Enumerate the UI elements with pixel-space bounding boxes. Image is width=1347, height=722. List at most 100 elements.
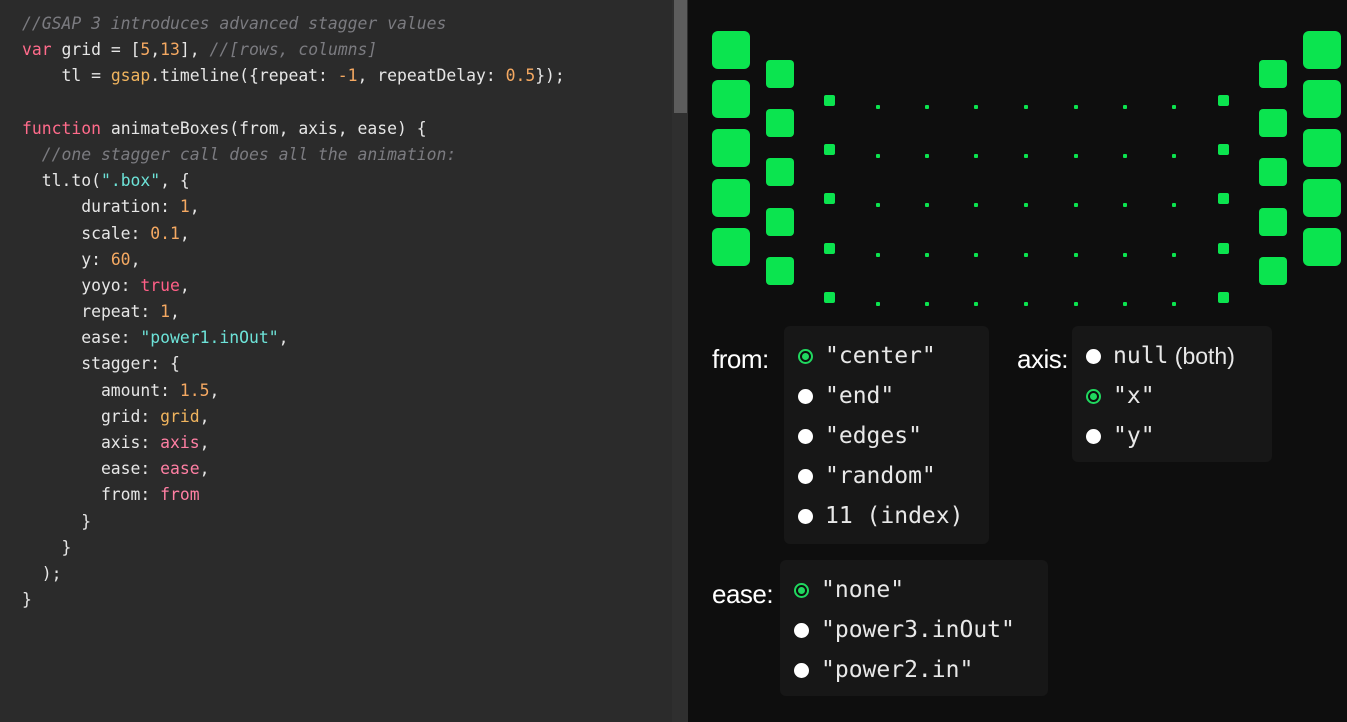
ease-option-label: "none" <box>821 577 905 603</box>
box <box>1024 302 1028 306</box>
radio-icon[interactable] <box>1086 428 1101 444</box>
code-token: ); <box>22 563 62 583</box>
box <box>876 253 880 257</box>
radio-icon[interactable] <box>794 622 809 638</box>
code-line: //GSAP 3 introduces advanced stagger val… <box>22 11 565 37</box>
from-option-label: "end" <box>825 383 895 409</box>
from-option-label: "edges" <box>825 423 922 449</box>
code-token: , repeatDelay: <box>357 66 506 86</box>
radio-selected-icon[interactable] <box>798 348 813 364</box>
code-token: , <box>179 275 190 295</box>
box <box>1217 242 1229 254</box>
code-token: stagger: { <box>22 354 180 374</box>
scrollbar-thumb[interactable] <box>674 0 687 113</box>
box <box>766 60 794 88</box>
axis-option[interactable]: "x" <box>1086 381 1155 411</box>
code-token: , <box>199 433 210 452</box>
ease-option-label: "power2.in" <box>821 657 974 683</box>
code-line: amount: 1.5, <box>22 378 565 404</box>
from-option[interactable]: "center" <box>798 341 936 371</box>
code-token: from: <box>22 485 161 505</box>
box <box>1259 60 1287 88</box>
code-token: 60 <box>110 249 131 269</box>
code-line: } <box>22 535 565 561</box>
code-token: , <box>170 302 180 322</box>
box <box>823 94 835 106</box>
code-token: true <box>140 275 180 295</box>
ease-option[interactable]: "power3.inOut" <box>794 615 1015 645</box>
code-token: , { <box>160 171 190 191</box>
code-line: scale: 0.1, <box>22 221 565 247</box>
box <box>766 257 794 285</box>
code-token: axis: <box>22 433 161 452</box>
radio-icon[interactable] <box>798 468 813 484</box>
radio-icon[interactable] <box>794 662 809 678</box>
radio-selected-icon[interactable] <box>1086 388 1101 404</box>
box <box>766 109 794 137</box>
code-line: function animateBoxes(from, axis, ease) … <box>22 116 565 142</box>
code-line: ); <box>22 561 565 587</box>
code-token: , <box>209 380 220 400</box>
box <box>1259 158 1287 186</box>
box <box>766 208 794 236</box>
box <box>1259 208 1287 236</box>
box <box>1217 192 1229 204</box>
radio-icon[interactable] <box>798 508 813 524</box>
box <box>925 105 929 109</box>
from-option[interactable]: "edges" <box>798 421 922 451</box>
ease-option[interactable]: "none" <box>794 575 904 605</box>
radio-selected-icon[interactable] <box>794 582 809 598</box>
code-line: yoyo: true, <box>22 273 565 299</box>
radio-icon[interactable] <box>798 428 813 444</box>
code-token: , <box>130 249 141 269</box>
code-token: yoyo: <box>22 275 141 295</box>
box <box>1074 302 1078 306</box>
ease-option[interactable]: "power2.in" <box>794 655 973 685</box>
radio-icon[interactable] <box>1086 348 1101 364</box>
code-token: tl = <box>22 66 111 86</box>
code-token: "power1.inOut" <box>140 328 279 348</box>
code-token: grid = [ <box>51 40 141 60</box>
ease-option-label: "power3.inOut" <box>821 617 1015 643</box>
code-token: 5 <box>140 40 151 60</box>
code-editor[interactable]: //GSAP 3 introduces advanced stagger val… <box>0 0 688 722</box>
radio-icon[interactable] <box>798 388 813 404</box>
box <box>712 228 750 266</box>
from-option[interactable]: "random" <box>798 461 936 491</box>
code-line: stagger: { <box>22 351 565 377</box>
axis-option[interactable]: null (both) <box>1086 341 1235 371</box>
code-token: , <box>278 328 289 348</box>
code-token: 0.1 <box>150 223 180 243</box>
code-content[interactable]: //GSAP 3 introduces advanced stagger val… <box>22 11 565 613</box>
box <box>823 291 835 303</box>
box <box>1024 154 1028 158</box>
box <box>1024 105 1028 109</box>
ease-options: "none" "power3.inOut" "power2.in" <box>780 560 1048 696</box>
box <box>1303 31 1341 69</box>
box <box>823 143 835 155</box>
from-option[interactable]: "end" <box>798 381 894 411</box>
code-line: from: from <box>22 482 565 508</box>
axis-option[interactable]: "y" <box>1086 421 1155 451</box>
box <box>1217 94 1229 106</box>
box <box>925 203 929 207</box>
code-token: 1 <box>160 302 171 322</box>
code-line: tl = gsap.timeline({repeat: -1, repeatDe… <box>22 63 565 89</box>
from-option[interactable]: 11 (index) <box>798 501 963 531</box>
box <box>1303 228 1341 266</box>
axis-option-label: "y" <box>1113 423 1155 449</box>
box <box>1172 105 1176 109</box>
box <box>1024 253 1028 257</box>
box <box>1123 302 1127 306</box>
code-token: //one stagger call does all the animatio… <box>22 144 457 164</box>
box <box>1172 253 1176 257</box>
code-token: ease: <box>22 459 161 479</box>
code-line: grid: grid, <box>22 404 565 430</box>
code-token: ease: <box>22 328 141 348</box>
box <box>1172 203 1176 207</box>
axis-option-label: null <box>1113 343 1169 369</box>
box <box>876 154 880 158</box>
code-token: y: <box>22 249 111 269</box>
code-token: }); <box>535 66 565 86</box>
box <box>1123 203 1127 207</box>
